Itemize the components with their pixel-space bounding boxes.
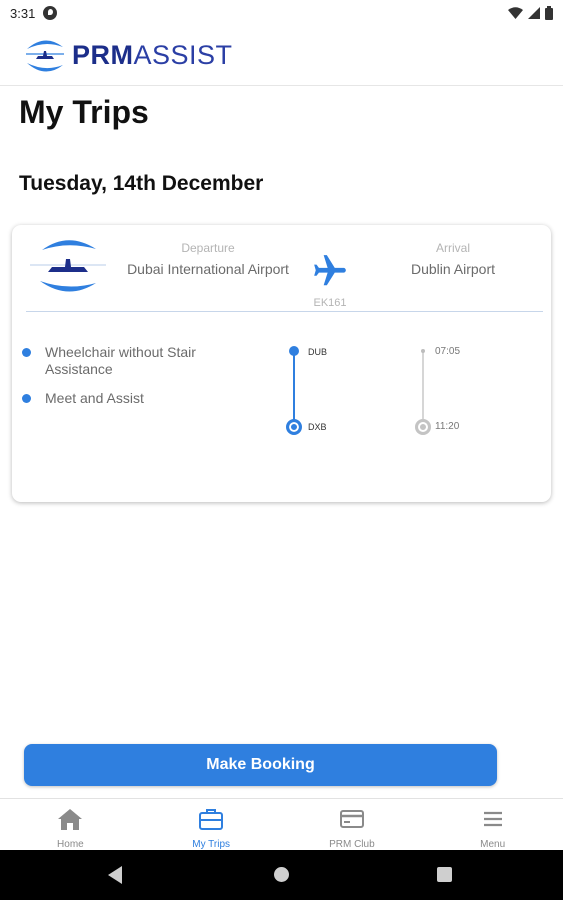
arrival-airport: Dublin Airport xyxy=(410,261,496,277)
trip-date-heading: Tuesday, 14th December xyxy=(19,172,264,195)
status-icons xyxy=(508,6,553,20)
nav-label-home: Home xyxy=(57,839,84,850)
airplane-icon xyxy=(314,255,346,286)
recents-icon[interactable] xyxy=(437,867,452,882)
back-icon[interactable] xyxy=(108,866,122,884)
time-start-dot xyxy=(421,349,425,353)
time-timeline-line xyxy=(422,352,424,426)
signal-icon xyxy=(528,7,540,19)
home-icon xyxy=(56,805,84,833)
route-end-dot xyxy=(286,419,302,435)
service-label: Wheelchair without Stair Assistance xyxy=(45,344,196,377)
time-end-dot xyxy=(415,419,431,435)
brand-logo-text: PRMASSIST xyxy=(72,40,233,71)
card-icon xyxy=(338,805,366,833)
notification-icon xyxy=(43,6,58,20)
departure-label: Departure xyxy=(181,241,235,255)
departure-airport: Dubai International Airport xyxy=(127,261,289,277)
nav-label-menu: Menu xyxy=(480,839,506,850)
menu-icon xyxy=(479,805,507,833)
nav-item-home[interactable]: Home xyxy=(0,799,141,850)
route-bottom-code: DXB xyxy=(308,422,327,432)
nav-label-my-trips: My Trips xyxy=(192,839,231,850)
trip-card[interactable]: Departure Dubai International Airport EK… xyxy=(12,225,551,502)
time-top: 07:05 xyxy=(435,346,461,357)
nav-item-prm-club[interactable]: PRM Club xyxy=(282,799,423,850)
time-bottom: 11:20 xyxy=(435,421,460,432)
service-item: Meet and Assist xyxy=(22,390,235,407)
status-time: 3:31 xyxy=(10,5,36,21)
page-title: My Trips xyxy=(19,94,149,130)
route-start-dot xyxy=(289,346,299,356)
nav-label-prm-club: PRM Club xyxy=(329,839,375,850)
service-item: Wheelchair without Stair Assistance xyxy=(22,344,235,378)
nav-item-menu[interactable]: Menu xyxy=(422,799,563,850)
briefcase-icon xyxy=(197,805,225,833)
app-header: PRMASSIST xyxy=(0,26,563,86)
service-bullet-icon xyxy=(22,394,31,403)
make-booking-button[interactable]: Make Booking xyxy=(24,744,497,786)
service-label: Meet and Assist xyxy=(45,390,144,406)
logo-bold-text: PRM xyxy=(72,40,134,70)
battery-icon xyxy=(545,6,553,20)
status-bar: 3:31 xyxy=(0,0,563,26)
trip-logo-icon xyxy=(30,240,106,292)
card-divider xyxy=(26,311,543,312)
arrival-label: Arrival xyxy=(435,241,470,255)
home-circle-icon[interactable] xyxy=(274,867,289,882)
system-nav-bar xyxy=(0,850,563,900)
logo-light-text: ASSIST xyxy=(133,40,233,70)
route-top-code: DUB xyxy=(308,347,328,357)
wifi-icon xyxy=(508,6,523,19)
prm-logo-icon xyxy=(26,39,64,72)
bottom-nav: Home My Trips PRM Club Menu xyxy=(0,798,563,850)
nav-item-my-trips[interactable]: My Trips xyxy=(141,799,282,850)
flight-number: EK161 xyxy=(313,297,347,309)
service-bullet-icon xyxy=(22,348,31,357)
route-timeline-line xyxy=(293,352,295,426)
